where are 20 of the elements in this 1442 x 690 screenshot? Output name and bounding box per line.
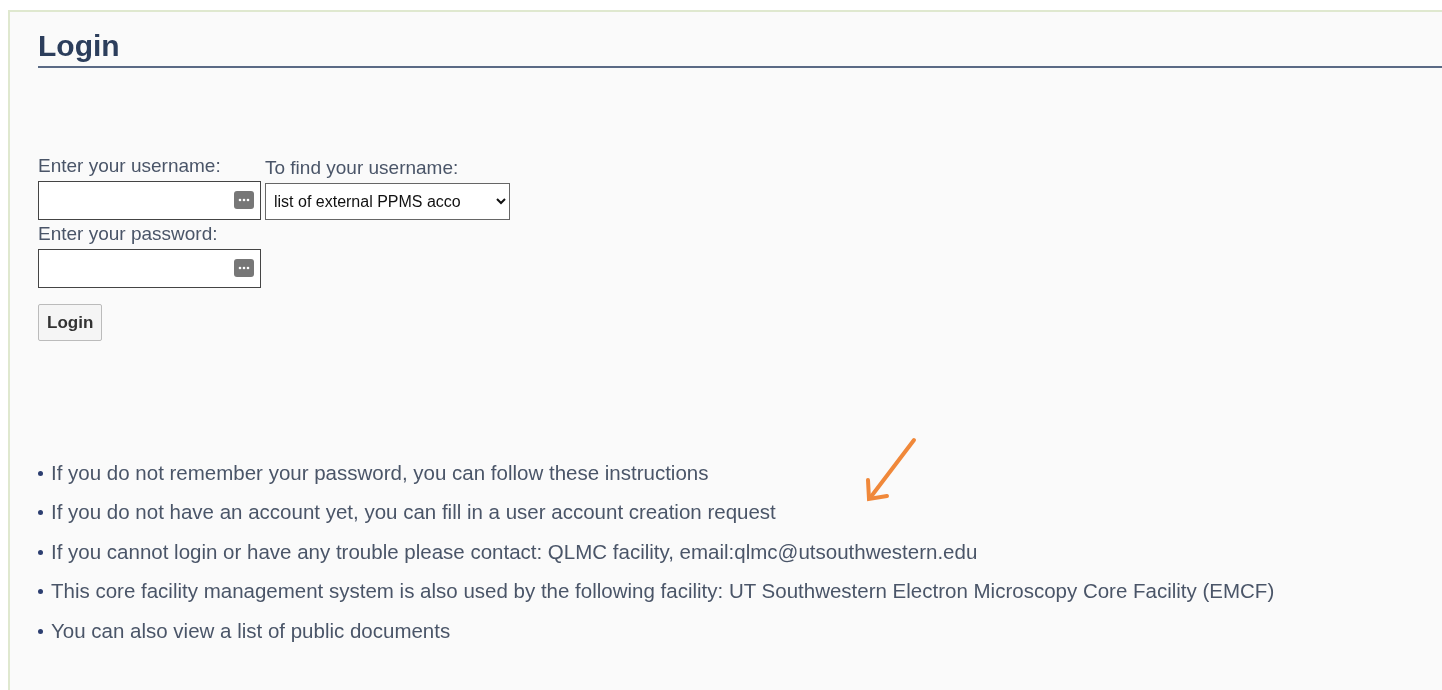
info-text: You can also view a list of public documents (51, 617, 451, 644)
account-list-dropdown[interactable]: list of external PPMS acco (265, 182, 510, 220)
bullet-icon (38, 589, 43, 595)
password-label: Enter your password: (38, 223, 219, 245)
dots-icon (234, 191, 254, 210)
dots-icon (234, 259, 254, 278)
password-field[interactable] (38, 248, 261, 288)
username-label: Enter your username: (38, 156, 222, 177)
page-title: Login (38, 28, 1442, 68)
bullet-icon (38, 470, 43, 476)
login-button[interactable]: Login (38, 303, 103, 342)
find-username-label: To find your username: (265, 158, 460, 179)
info-text: If you do not have an account yet, you can fill in a user account creation request (51, 499, 776, 526)
info-text: If you cannot login or have any trouble please contact: QLMC facility, email:qlmc@utsouthwestern.edu (51, 538, 978, 565)
bullet-icon (38, 510, 43, 516)
bullet-icon (38, 628, 43, 634)
info-text: This core facility management system is also used by the following facility: UT Southwestern Electron Microscopy Core Facility (EMCF) (51, 578, 1275, 605)
info-text: If you do not remember your password, you can follow these instructions (51, 459, 709, 486)
bullet-icon (38, 549, 43, 555)
username-field[interactable] (38, 180, 261, 220)
